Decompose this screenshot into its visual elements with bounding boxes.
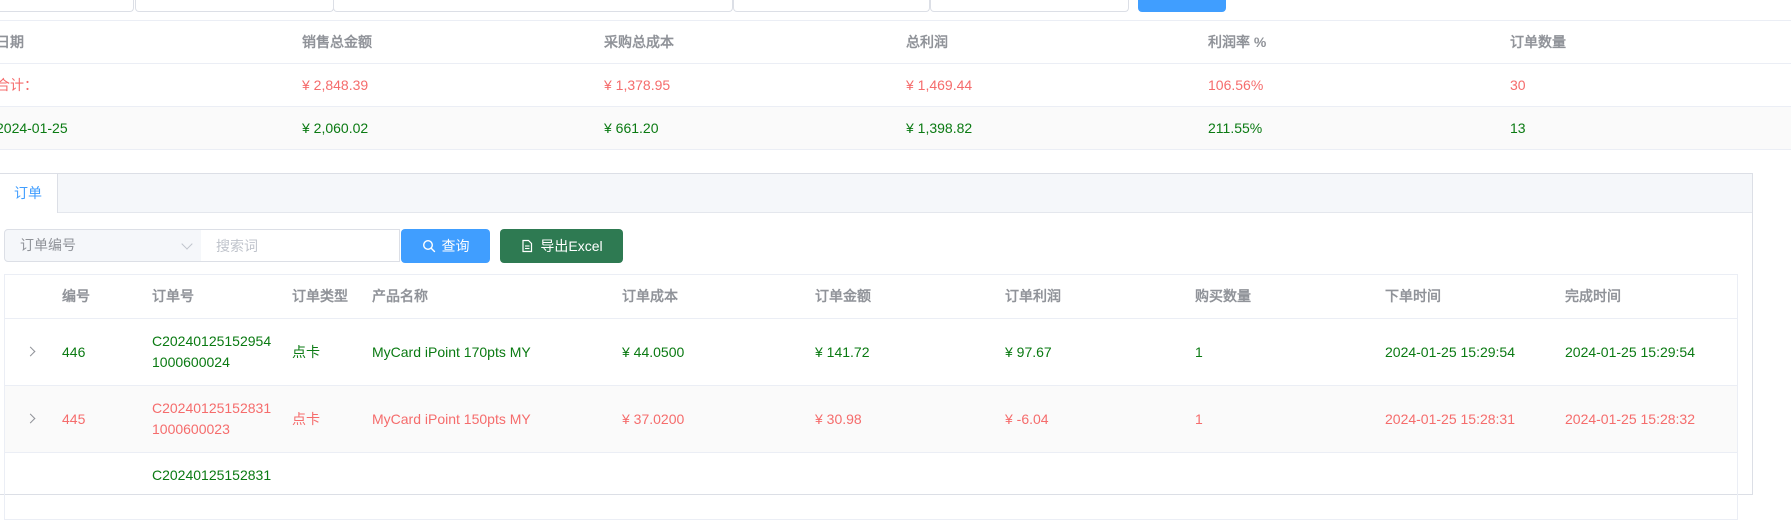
order-id: 446 — [62, 344, 86, 360]
order-time: 2024-01-25 15:29:54 — [1385, 344, 1515, 360]
orders-header-order-no: 订单号 — [152, 288, 194, 304]
orders-header-qty: 购买数量 — [1195, 288, 1251, 304]
summary-total-sales: ¥ 2,848.39 — [302, 77, 369, 93]
orders-header-order-time: 下单时间 — [1385, 288, 1441, 304]
order-qty: 1 — [1195, 411, 1203, 427]
orders-header-profit: 订单利润 — [1005, 288, 1061, 304]
tab-bar: 订单 — [0, 174, 1752, 213]
orders-header-product: 产品名称 — [372, 288, 428, 304]
table-row[interactable]: 445 C20240125152831 1000600023 点卡 MyCard … — [5, 386, 1737, 453]
order-amount: ¥ 141.72 — [815, 344, 870, 360]
summary-day-cost: ¥ 661.20 — [604, 120, 659, 136]
order-number-line1: C20240125152831 — [152, 400, 272, 416]
orders-header-type: 订单类型 — [292, 288, 348, 304]
summary-day-count: 13 — [1510, 120, 1526, 136]
order-number-line1: C20240125152954 — [152, 333, 272, 349]
filter-input-5[interactable] — [930, 0, 1129, 12]
summary-total-margin: 106.56% — [1208, 77, 1264, 93]
orders-header-id: 编号 — [62, 288, 90, 304]
summary-total-row: 合计： ¥ 2,848.39 ¥ 1,378.95 ¥ 1,469.44 106… — [0, 64, 1791, 107]
summary-header-sales: 销售总金额 — [302, 34, 372, 50]
filter-bar — [0, 0, 1791, 20]
summary-day-margin: 211.55% — [1208, 120, 1263, 136]
summary-table: 日期 销售总金额 采购总成本 总利润 利润率 % 订单数量 合计： ¥ 2,84… — [0, 20, 1791, 150]
orders-header-finish-time: 完成时间 — [1565, 288, 1621, 304]
query-button-label: 查询 — [441, 238, 470, 254]
summary-day-date: 2024-01-25 — [0, 120, 68, 136]
orders-table: 编号 订单号 订单类型 产品名称 订单成本 订单金额 订单利润 购买数量 下单时… — [4, 274, 1738, 520]
finish-time: 2024-01-25 15:29:54 — [1565, 344, 1695, 360]
order-cost: ¥ 44.0500 — [622, 344, 685, 360]
order-profit: ¥ -6.04 — [1005, 411, 1049, 427]
summary-total-count: 30 — [1510, 77, 1526, 93]
chevron-down-icon — [181, 238, 193, 250]
summary-day-profit: ¥ 1,398.82 — [906, 120, 973, 136]
filter-input-4[interactable] — [733, 0, 930, 12]
finish-time: 2024-01-25 15:28:32 — [1565, 411, 1695, 427]
summary-total-label: 合计： — [0, 77, 38, 93]
orders-header-row: 编号 订单号 订单类型 产品名称 订单成本 订单金额 订单利润 购买数量 下单时… — [5, 275, 1737, 319]
summary-header-count: 订单数量 — [1510, 34, 1566, 50]
orders-card: 订单 订单编号 查询 导出Excel 编号 订单号 订单类型 — [0, 173, 1753, 520]
order-qty: 1 — [1195, 344, 1203, 360]
export-button-label: 导出Excel — [540, 238, 603, 254]
order-number-line2: 1000600024 — [152, 354, 230, 370]
query-button[interactable]: 查询 — [401, 229, 490, 263]
expand-row-icon[interactable] — [25, 346, 36, 357]
order-cost: ¥ 37.0200 — [622, 411, 685, 427]
summary-header-margin: 利润率 % — [1208, 34, 1267, 50]
orders-header-cost: 订单成本 — [622, 288, 678, 304]
export-excel-button[interactable]: 导出Excel — [500, 229, 623, 263]
order-type: 点卡 — [292, 411, 320, 427]
product-name: MyCard iPoint 150pts MY — [372, 411, 531, 427]
orders-header-amount: 订单金额 — [815, 288, 871, 304]
search-icon — [422, 239, 435, 253]
order-id: 445 — [62, 411, 86, 427]
summary-day-row: 2024-01-25 ¥ 2,060.02 ¥ 661.20 ¥ 1,398.8… — [0, 107, 1791, 150]
order-amount: ¥ 30.98 — [815, 411, 862, 427]
summary-total-cost: ¥ 1,378.95 — [604, 77, 671, 93]
summary-header-row: 日期 销售总金额 采购总成本 总利润 利润率 % 订单数量 — [0, 21, 1791, 64]
order-time: 2024-01-25 15:28:31 — [1385, 411, 1515, 427]
expand-row-icon[interactable] — [25, 413, 36, 424]
summary-header-date: 日期 — [0, 34, 24, 50]
summary-header-profit: 总利润 — [906, 34, 948, 50]
filter-input-3[interactable] — [333, 0, 733, 12]
order-profit: ¥ 97.67 — [1005, 344, 1052, 360]
filter-input-1[interactable] — [0, 0, 134, 12]
order-type: 点卡 — [292, 344, 320, 360]
summary-total-profit: ¥ 1,469.44 — [906, 77, 973, 93]
order-number-line2: 1000600023 — [152, 421, 230, 437]
filter-input-2[interactable] — [135, 0, 334, 12]
order-number: C20240125152831 1000600023 — [152, 398, 271, 440]
table-row[interactable]: 446 C20240125152954 1000600024 点卡 MyCard … — [5, 319, 1737, 386]
table-row[interactable]: C20240125152831 — [5, 453, 1737, 520]
search-field-select-value: 订单编号 — [20, 237, 76, 253]
search-input[interactable] — [201, 229, 400, 262]
filter-search-button[interactable] — [1138, 0, 1226, 12]
product-name: MyCard iPoint 170pts MY — [372, 344, 531, 360]
summary-day-sales: ¥ 2,060.02 — [302, 120, 369, 136]
tab-orders[interactable]: 订单 — [0, 174, 58, 213]
search-field-select[interactable]: 订单编号 — [4, 229, 202, 262]
summary-header-cost: 采购总成本 — [604, 34, 674, 50]
order-number: C20240125152954 1000600024 — [152, 331, 271, 373]
document-icon — [522, 239, 533, 253]
order-number-line1: C20240125152831 — [152, 467, 272, 483]
